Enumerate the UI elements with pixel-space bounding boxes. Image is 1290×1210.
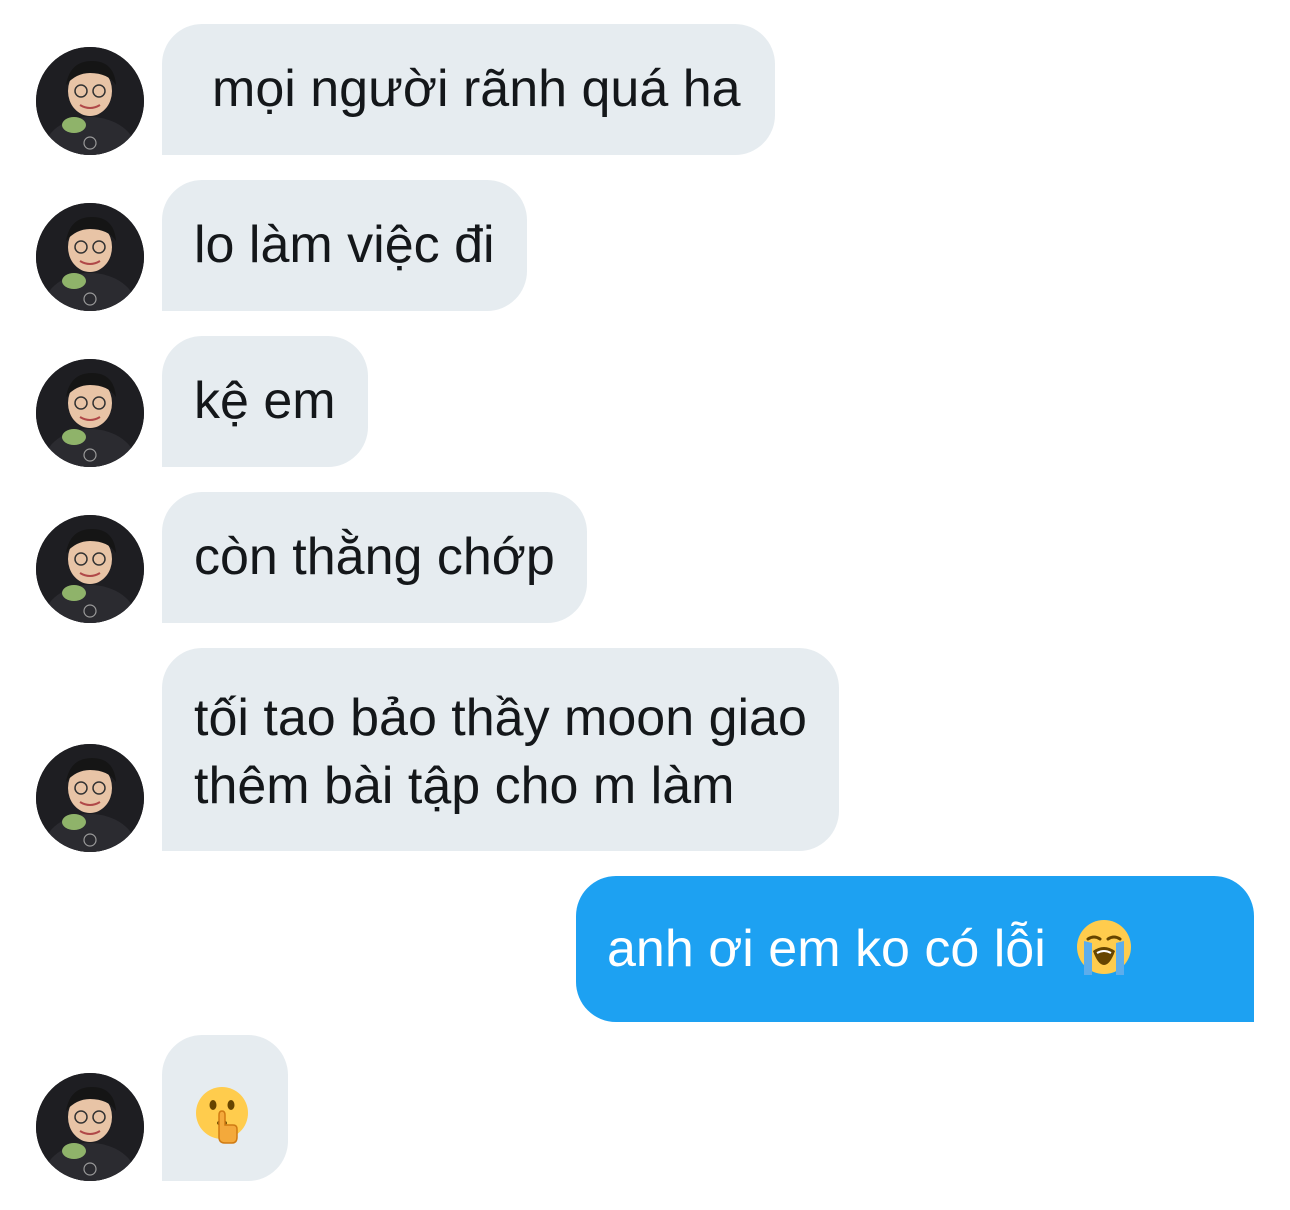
avatar-photo-icon [36, 203, 144, 311]
loudly-crying-face-emoji-icon [1077, 920, 1132, 976]
message-text-line: tối tao bảo thầy moon giao [194, 689, 807, 747]
shushing-face-emoji-icon [196, 1087, 248, 1145]
avatar-photo-icon [36, 1073, 144, 1181]
sender-avatar[interactable] [36, 359, 144, 467]
incoming-emoji-bubble[interactable] [162, 1035, 288, 1181]
sender-avatar[interactable] [36, 203, 144, 311]
sender-avatar[interactable] [36, 1073, 144, 1181]
sender-avatar[interactable] [36, 47, 144, 155]
incoming-message-bubble[interactable]: tối tao bảo thầy moon giao thêm bài tập … [162, 648, 839, 851]
message-text-line: thêm bài tập cho m làm [194, 757, 735, 815]
incoming-message-bubble[interactable]: kệ em [162, 336, 368, 467]
message-text: kệ em [194, 372, 336, 430]
avatar-photo-icon [36, 515, 144, 623]
sender-avatar[interactable] [36, 744, 144, 852]
message-text: lo làm việc đi [194, 216, 495, 274]
message-text: mọi người rãnh quá ha [212, 60, 741, 118]
message-text: còn thằng chớp [194, 528, 555, 586]
avatar-photo-icon [36, 359, 144, 467]
incoming-message-bubble[interactable]: còn thằng chớp [162, 492, 587, 623]
avatar-photo-icon [36, 744, 144, 852]
sender-avatar[interactable] [36, 515, 144, 623]
incoming-message-bubble[interactable]: lo làm việc đi [162, 180, 527, 311]
message-text: anh ơi em ko có lỗi [607, 920, 1046, 978]
outgoing-message-bubble[interactable]: anh ơi em ko có lỗi [576, 876, 1254, 1022]
avatar-photo-icon [36, 47, 144, 155]
incoming-message-bubble[interactable]: mọi người rãnh quá ha [162, 24, 775, 155]
